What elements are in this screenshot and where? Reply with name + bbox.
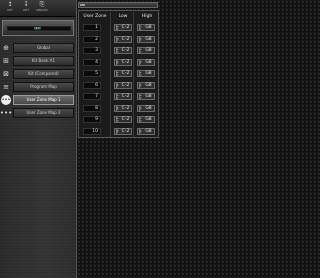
column-header-low: Low [118,14,128,19]
sidebar-item-label: User Zone Map 1 [13,95,74,105]
zone-number: 4 [83,58,101,66]
low-key-field[interactable]: ▴ ▾ C-2 [114,70,132,77]
high-key-value: G8 [145,117,152,122]
low-key-field[interactable]: ▴ ▾ C-2 [114,35,132,43]
high-key-field[interactable]: ▴ ▾ G8 [137,127,155,135]
zone-number: 1 [83,24,101,31]
map-icon: ≡ [3,83,9,91]
high-key-value: G8 [145,128,152,134]
get-button[interactable]: ↧ GET [18,1,34,15]
sidebar-item-label: Kit Bank A1 [13,56,74,66]
table-row: 10 ▴ ▾ C-2 ▴ ▾ G8 [79,127,158,137]
low-key-value: C-2 [121,48,130,53]
set-button[interactable]: ↥ SET [2,1,18,15]
table-row: 1 ▴ ▾ C-2 ▴ ▾ G8 [79,23,158,33]
sidebar-item-label: Global [13,43,74,53]
zone-number: 7 [83,93,101,100]
sidebar-item-label: Kit (Compared) [13,69,74,79]
table-row: 8 ▴ ▾ C-2 ▴ ▾ G8 [79,104,158,114]
high-key-field[interactable]: ▴ ▾ G8 [137,58,155,66]
high-key-value: G8 [145,71,152,76]
table-row: 7 ▴ ▾ C-2 ▴ ▾ G8 [79,92,158,102]
sidebar-item-label: User Zone Map 2 [13,108,74,118]
zone-icon: ••• [0,109,13,117]
high-key-value: G8 [145,94,152,99]
globe-icon: ⊕ [3,44,9,52]
download-icon: ↧ [23,1,29,8]
kit-icon: ⊞ [3,57,9,65]
low-key-field[interactable]: ▴ ▾ C-2 [114,58,132,66]
high-key-field[interactable]: ▴ ▾ G8 [137,70,155,77]
device-screen-text: ▮▮▮▮ [34,26,41,30]
horizontal-scrollbar[interactable] [78,2,158,8]
low-key-field[interactable]: ▴ ▾ C-2 [114,93,132,100]
user-zone-table: User Zone Low High 1 ▴ ▾ C-2 ▴ ▾ G8 2 ▴ ▾ C-2 ▴ ▾ G8 3… [78,10,159,138]
table-row: 5 ▴ ▾ C-2 ▴ ▾ G8 [79,69,158,79]
sidebar-item-kit-bank[interactable]: ⊞ Kit Bank A1 [0,56,76,67]
high-key-value: G8 [145,105,152,111]
set-label: SET [7,8,13,12]
high-key-value: G8 [145,36,152,42]
table-row: 9 ▴ ▾ C-2 ▴ ▾ G8 [79,115,158,125]
get-label: GET [22,8,30,12]
low-key-value: C-2 [121,25,130,30]
sidebar-item-user-zone-map-2[interactable]: ••• User Zone Map 2 [0,108,76,119]
high-key-value: G8 [145,82,152,88]
column-header-high: High [141,14,153,19]
sidebar-item-user-zone-map-1[interactable]: ••• User Zone Map 1 [0,95,76,106]
low-key-value: C-2 [121,94,130,99]
table-row: 3 ▴ ▾ C-2 ▴ ▾ G8 [79,46,158,56]
high-key-field[interactable]: ▴ ▾ G8 [137,35,155,43]
low-key-value: C-2 [121,117,130,122]
sidebar-item-label: Program Map [13,82,74,92]
high-key-field[interactable]: ▴ ▾ G8 [137,104,155,112]
low-key-value: C-2 [121,128,130,134]
high-key-value: G8 [145,48,152,53]
table-row: 6 ▴ ▾ C-2 ▴ ▾ G8 [79,81,158,91]
zone-number: 2 [83,35,101,43]
high-key-field[interactable]: ▴ ▾ G8 [137,116,155,123]
sidebar-item-global[interactable]: ⊕ Global [0,43,76,54]
compare-icon: ⊠ [3,70,9,78]
high-key-field[interactable]: ▴ ▾ G8 [137,93,155,100]
column-header-user-zone: User Zone [83,14,107,19]
low-key-field[interactable]: ▴ ▾ C-2 [114,47,132,54]
sidebar-item-program-map[interactable]: ≡ Program Map [0,82,76,93]
high-key-field[interactable]: ▴ ▾ G8 [137,24,155,31]
low-key-field[interactable]: ▴ ▾ C-2 [114,116,132,123]
zone-number: 5 [83,70,101,77]
sidebar: ↥ SET ↧ GET ⎘ LIBRARY ▮▮▮▮ ⊕ Global ⊞ Ki… [0,0,77,278]
low-key-value: C-2 [121,59,130,65]
high-key-field[interactable]: ▴ ▾ G8 [137,81,155,89]
zone-number: 8 [83,104,101,112]
zone-number: 10 [83,127,101,135]
low-key-value: C-2 [121,71,130,76]
high-key-value: G8 [145,59,152,65]
zone-number: 6 [83,81,101,89]
library-icon: ⎘ [39,1,45,8]
zone-icon: ••• [1,95,11,105]
library-button[interactable]: ⎘ LIBRARY [34,1,50,15]
high-key-field[interactable]: ▴ ▾ G8 [137,47,155,54]
device-screen: ▮▮▮▮ [7,26,71,31]
high-key-value: G8 [145,25,152,30]
scrollbar-thumb[interactable] [80,4,85,6]
low-key-value: C-2 [121,36,130,42]
library-label: LIBRARY [35,8,49,12]
low-key-value: C-2 [121,105,130,111]
zone-number: 9 [83,116,101,123]
zone-number: 3 [83,47,101,54]
toolbar: ↥ SET ↧ GET ⎘ LIBRARY [0,0,76,17]
table-row: 4 ▴ ▾ C-2 ▴ ▾ G8 [79,58,158,68]
low-key-field[interactable]: ▴ ▾ C-2 [114,81,132,89]
table-row: 2 ▴ ▾ C-2 ▴ ▾ G8 [79,35,158,45]
upload-icon: ↥ [7,1,13,8]
low-key-value: C-2 [121,82,130,88]
low-key-field[interactable]: ▴ ▾ C-2 [114,24,132,31]
low-key-field[interactable]: ▴ ▾ C-2 [114,104,132,112]
low-key-field[interactable]: ▴ ▾ C-2 [114,127,132,135]
device-image: ▮▮▮▮ [2,20,74,36]
sidebar-item-kit-compared[interactable]: ⊠ Kit (Compared) [0,69,76,80]
